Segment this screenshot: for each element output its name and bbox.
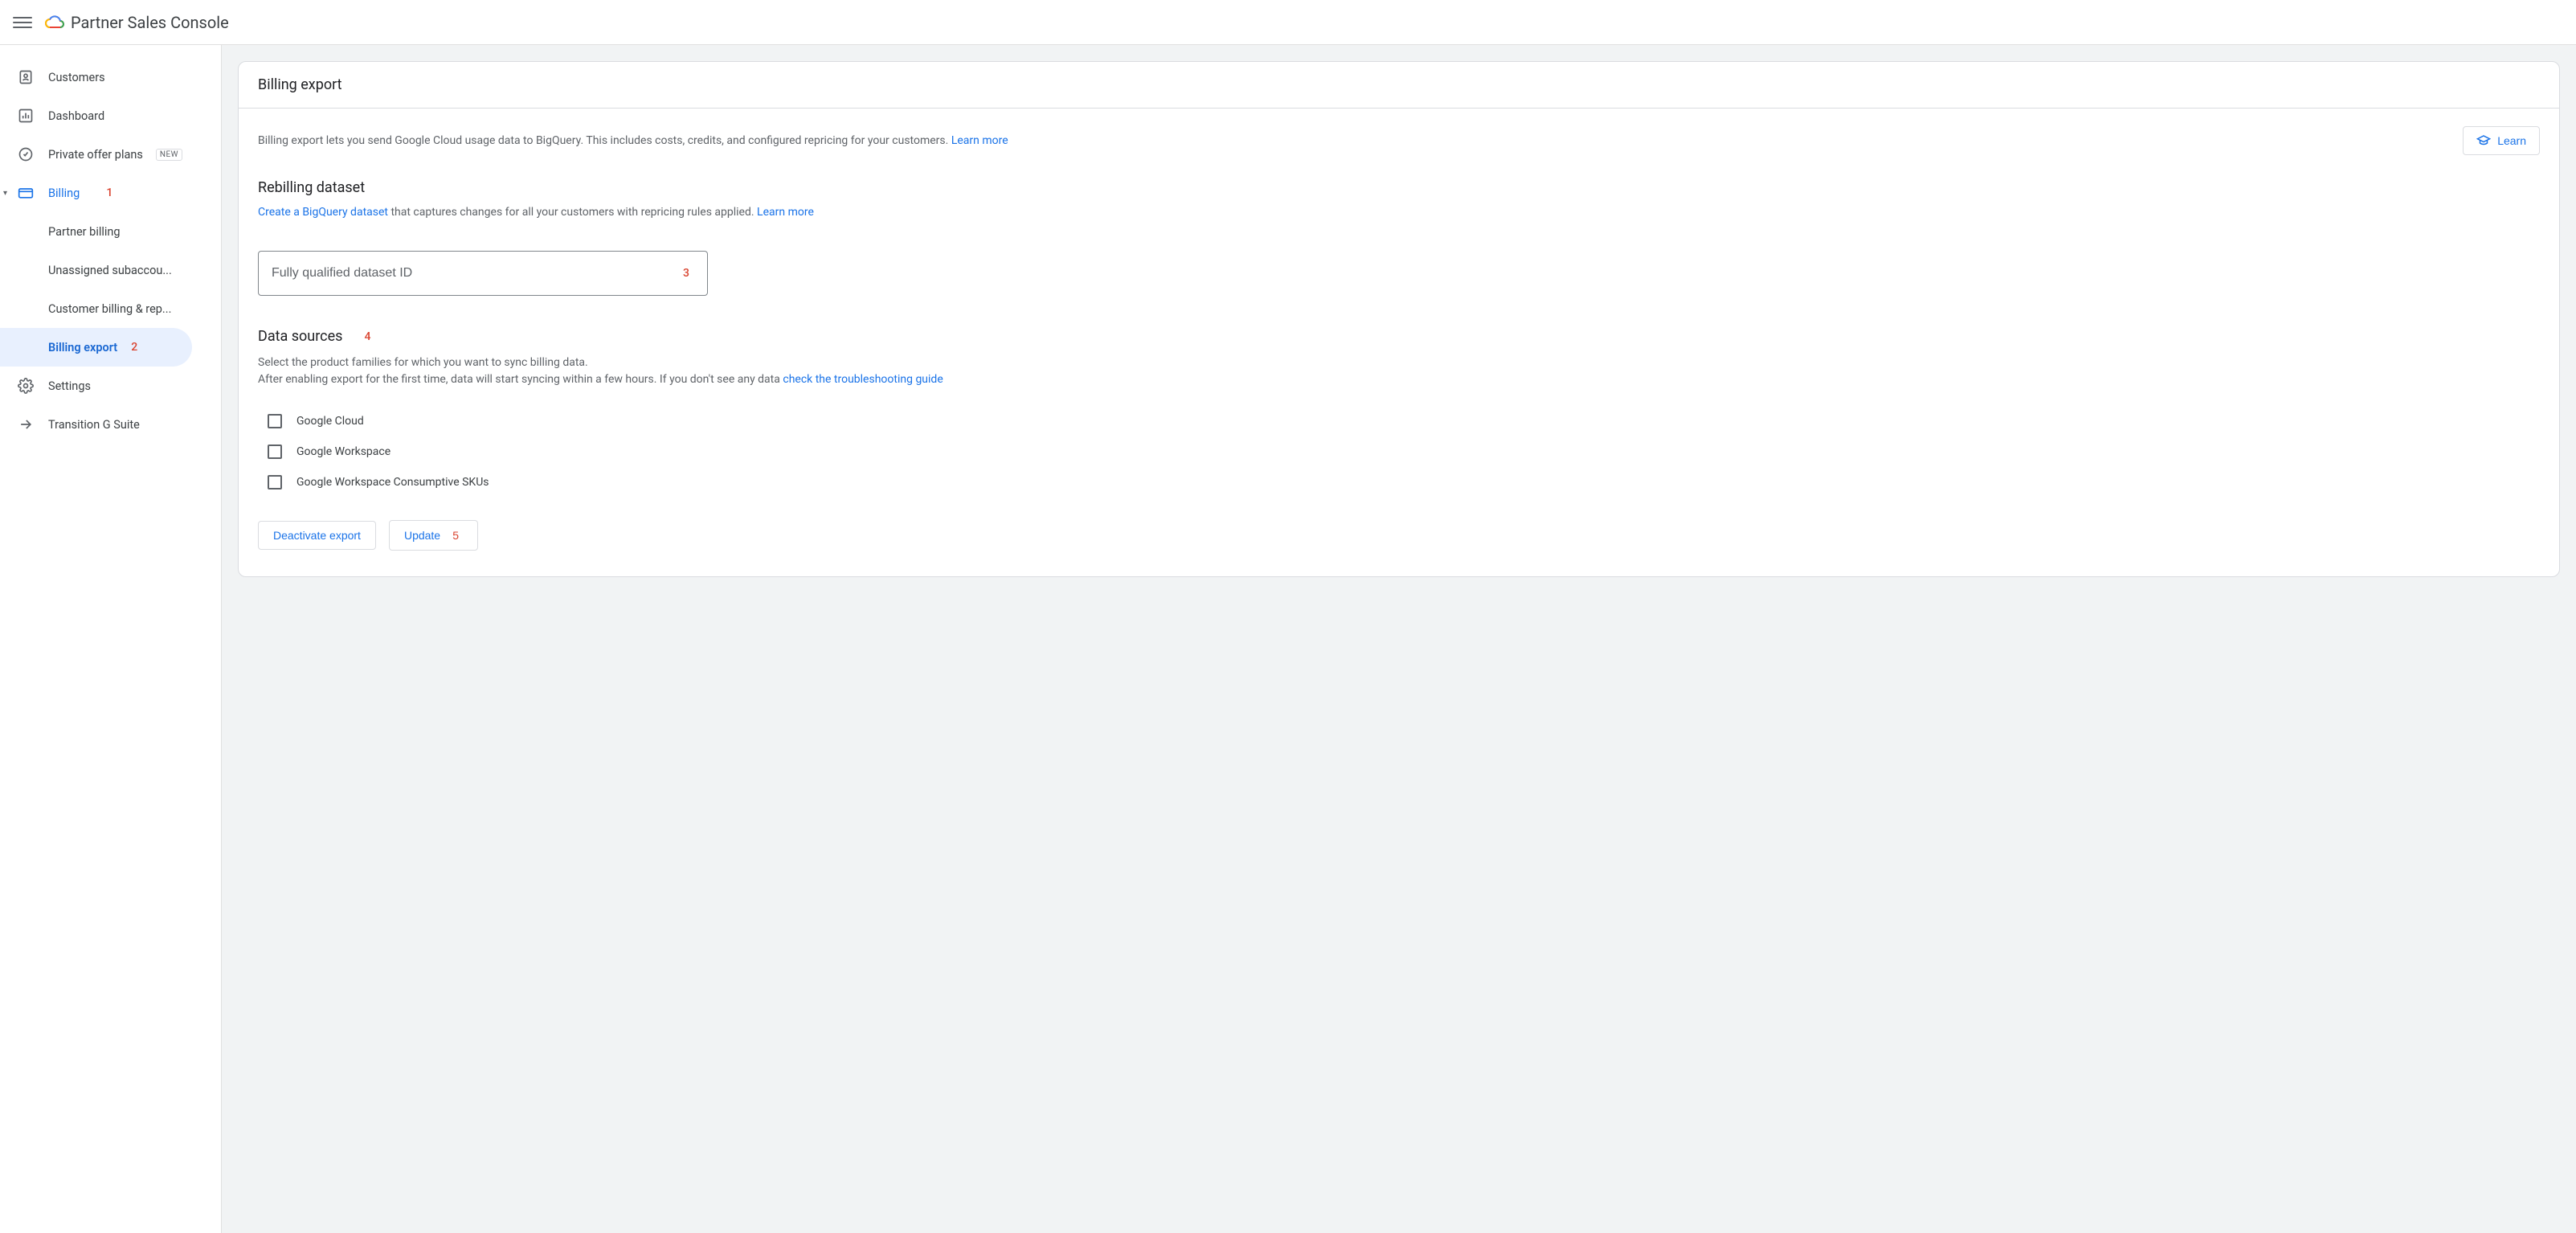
app-title: Partner Sales Console <box>71 13 229 32</box>
education-icon <box>2476 133 2491 148</box>
sidebar-item-label: Transition G Suite <box>48 418 140 432</box>
sidebar-item-label: Settings <box>48 379 91 393</box>
checkbox[interactable] <box>268 444 282 459</box>
caret-down-icon: ▾ <box>3 189 7 198</box>
rebilling-heading: Rebilling dataset <box>258 179 2540 196</box>
customers-icon <box>16 68 35 87</box>
troubleshooting-guide-link[interactable]: check the troubleshooting guide <box>783 373 942 386</box>
option-google-workspace[interactable]: Google Workspace <box>258 436 2540 467</box>
sidebar-item-label: Partner billing <box>48 225 121 239</box>
option-google-cloud[interactable]: Google Cloud <box>258 406 2540 436</box>
data-sources-heading: Data sources <box>258 328 342 345</box>
sidebar-item-label: Dashboard <box>48 109 104 123</box>
arrow-right-icon <box>16 415 35 434</box>
sidebar-item-dashboard[interactable]: Dashboard <box>0 96 221 135</box>
page-title: Billing export <box>258 76 342 93</box>
rebilling-learn-more-link[interactable]: Learn more <box>757 206 814 219</box>
deactivate-export-button[interactable]: Deactivate export <box>258 521 376 550</box>
sidebar-item-label: Customer billing & rep... <box>48 302 171 316</box>
sidebar-item-label: Billing <box>48 186 80 200</box>
sidebar-sub-billing-export[interactable]: Billing export 2 <box>0 328 192 367</box>
sidebar-item-settings[interactable]: Settings <box>0 367 221 405</box>
data-sources-options: Google Cloud Google Workspace Google Wor… <box>258 406 2540 498</box>
annotation-marker: 3 <box>679 266 693 281</box>
rebilling-description: Create a BigQuery dataset that captures … <box>258 206 2540 219</box>
sidebar-sub-unassigned-subaccounts[interactable]: Unassigned subaccou... <box>0 251 221 289</box>
sidebar-item-billing[interactable]: ▾ Billing 1 <box>0 174 221 212</box>
annotation-marker: 4 <box>360 330 374 344</box>
brand: Partner Sales Console <box>45 13 229 32</box>
rebilling-section: Rebilling dataset Create a BigQuery data… <box>258 179 2540 296</box>
option-google-workspace-consumptive[interactable]: Google Workspace Consumptive SKUs <box>258 467 2540 498</box>
sidebar-item-transition-gsuite[interactable]: Transition G Suite <box>0 405 221 444</box>
menu-icon[interactable] <box>13 13 32 32</box>
checkbox[interactable] <box>268 414 282 428</box>
sidebar-item-label: Unassigned subaccou... <box>48 264 172 277</box>
annotation-marker: 1 <box>102 186 117 200</box>
billing-export-card: Billing export Billing export lets you s… <box>238 61 2560 577</box>
intro-learn-more-link[interactable]: Learn more <box>951 134 1008 147</box>
cloud-logo-icon <box>45 13 64 32</box>
update-button[interactable]: Update 5 <box>389 520 478 551</box>
intro-description: Billing export lets you send Google Clou… <box>258 134 1008 147</box>
new-badge: NEW <box>156 149 182 161</box>
sidebar-item-private-offers[interactable]: Private offer plans NEW <box>0 135 221 174</box>
offer-icon <box>16 145 35 164</box>
top-bar: Partner Sales Console <box>0 0 2576 45</box>
sidebar-item-label: Customers <box>48 71 105 84</box>
sidebar-item-label: Billing export <box>48 341 117 354</box>
dataset-id-input[interactable] <box>258 251 708 296</box>
option-label: Google Workspace <box>296 445 390 458</box>
annotation-marker: 5 <box>448 528 463 543</box>
option-label: Google Workspace Consumptive SKUs <box>296 476 489 489</box>
checkbox[interactable] <box>268 475 282 490</box>
learn-button[interactable]: Learn <box>2463 126 2540 155</box>
data-sources-desc-line2: After enabling export for the first time… <box>258 371 2540 388</box>
annotation-marker: 2 <box>127 340 141 354</box>
dashboard-icon <box>16 106 35 125</box>
main-content: Billing export Billing export lets you s… <box>222 45 2576 1233</box>
sidebar: Customers Dashboard Private offer plans … <box>0 45 222 1233</box>
data-sources-section: Data sources 4 Select the product famili… <box>258 328 2540 498</box>
option-label: Google Cloud <box>296 415 364 428</box>
card-header: Billing export <box>239 62 2559 109</box>
sidebar-item-customers[interactable]: Customers <box>0 58 221 96</box>
sidebar-item-label: Private offer plans <box>48 148 143 162</box>
sidebar-sub-partner-billing[interactable]: Partner billing <box>0 212 221 251</box>
action-buttons: Deactivate export Update 5 <box>258 520 2540 551</box>
data-sources-desc-line1: Select the product families for which yo… <box>258 354 2540 371</box>
billing-icon <box>16 183 35 203</box>
create-bigquery-dataset-link[interactable]: Create a BigQuery dataset <box>258 206 388 219</box>
gear-icon <box>16 376 35 395</box>
sidebar-sub-customer-billing-reporting[interactable]: Customer billing & rep... <box>0 289 221 328</box>
